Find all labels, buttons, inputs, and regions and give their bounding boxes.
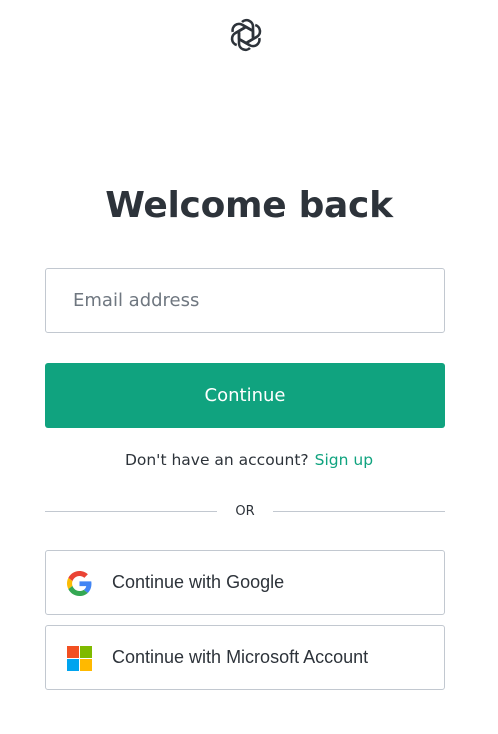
signup-prompt-row: Don't have an account? Sign up: [0, 448, 498, 472]
microsoft-icon: [67, 646, 92, 671]
google-icon: [67, 571, 92, 596]
signup-link[interactable]: Sign up: [315, 451, 373, 469]
page-title: Welcome back: [105, 185, 393, 226]
signup-prompt-text: Don't have an account?: [124, 451, 309, 469]
microsoft-button-label: Continue with Microsoft Account: [112, 647, 369, 667]
continue-with-microsoft-button[interactable]: Continue with Microsoft Account: [45, 625, 445, 690]
continue-with-google-button[interactable]: Continue with Google: [45, 550, 445, 615]
google-button-label: Continue with Google: [112, 572, 285, 592]
divider-label: OR: [235, 504, 255, 519]
openai-logo-icon: [226, 15, 266, 55]
or-divider: OR: [45, 500, 445, 524]
email-field[interactable]: [45, 268, 445, 333]
divider-line-left: [45, 511, 217, 512]
divider-line-right: [273, 511, 445, 512]
continue-button[interactable]: Continue: [45, 363, 445, 428]
